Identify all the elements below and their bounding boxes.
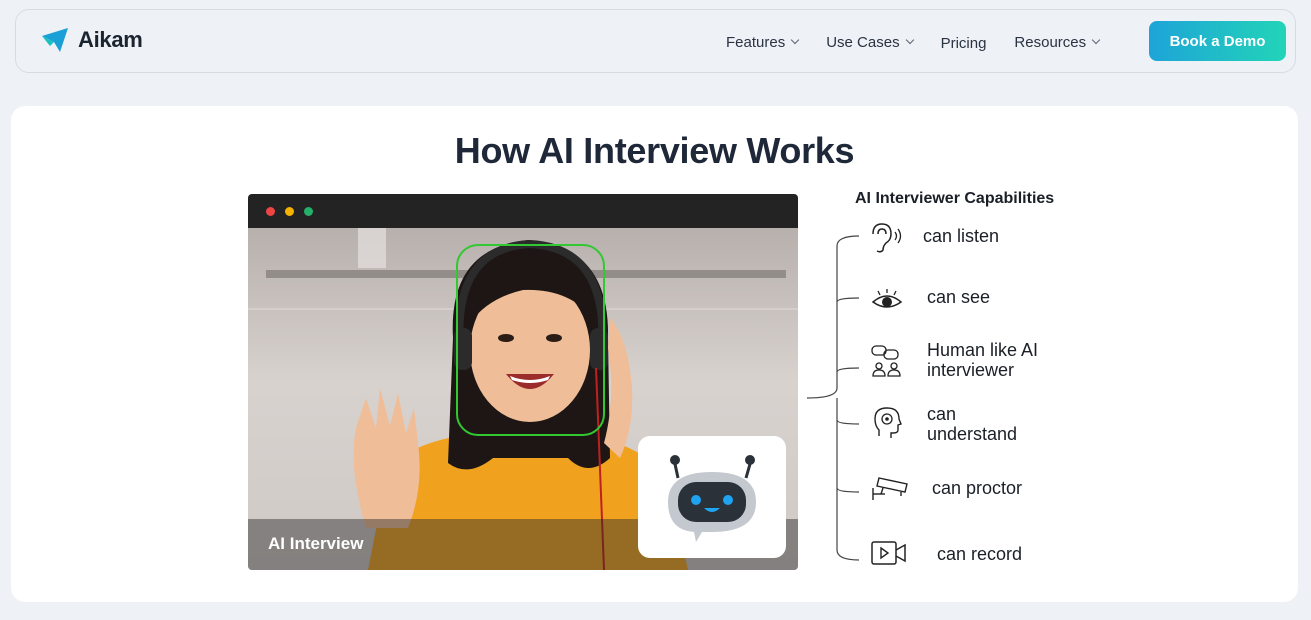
capability-record: can record: [937, 544, 1023, 564]
ear-icon: [872, 223, 902, 253]
capability-see: can see: [927, 287, 991, 307]
candidate-video-feed: AI Interview: [248, 228, 798, 570]
video-label: AI Interview: [268, 534, 364, 553]
chevron-down-icon: [1091, 35, 1101, 45]
eye-icon: [871, 289, 903, 308]
capability-proctor: can proctor: [932, 478, 1023, 498]
brain-gear-icon: [874, 407, 902, 438]
nav-item-use-cases[interactable]: Use Cases: [826, 33, 914, 51]
nav-item-label: Pricing: [940, 34, 987, 52]
ai-bot-card: [638, 436, 786, 558]
capability-understand: can understand: [927, 404, 1018, 444]
nav-item-label: Features: [726, 33, 786, 51]
nav-item-label: Resources: [1014, 33, 1087, 51]
book-demo-button[interactable]: Book a Demo: [1149, 21, 1286, 61]
capability-human-like: Human like AI interviewer: [927, 340, 1039, 380]
nav-item-label: Use Cases: [826, 33, 900, 51]
robot-icon: [668, 455, 756, 542]
top-navigation: Aikam Features Use Cases Pricing Resourc…: [15, 9, 1296, 73]
capability-listen: can listen: [923, 226, 1000, 246]
video-record-icon: [871, 541, 906, 565]
chevron-down-icon: [905, 35, 914, 45]
paper-plane-logo-icon: [42, 28, 68, 52]
face-detection-box: [456, 244, 605, 436]
maximize-dot-icon: [304, 207, 313, 216]
people-chat-icon: [871, 345, 901, 377]
minimize-dot-icon: [285, 207, 294, 216]
main-menu: Features Use Cases Pricing Resources: [726, 10, 1127, 74]
nav-item-resources[interactable]: Resources: [1014, 33, 1101, 51]
how-it-works-section: How AI Interview Works AI Interview AI I…: [11, 106, 1298, 602]
window-titlebar: [248, 194, 798, 228]
video-window: AI Interview: [248, 194, 798, 570]
chevron-down-icon: [790, 35, 800, 45]
nav-item-pricing[interactable]: Pricing: [941, 35, 987, 52]
nav-item-features[interactable]: Features: [726, 33, 800, 51]
cctv-camera-icon: [872, 477, 908, 500]
close-dot-icon: [266, 207, 275, 216]
capabilities-bracket: [807, 235, 860, 561]
brand-name: Aikam: [78, 27, 143, 52]
capabilities-title: AI Interviewer Capabilities: [855, 190, 1055, 207]
section-title: How AI Interview Works: [454, 130, 855, 171]
brand-logo[interactable]: Aikam: [40, 26, 143, 54]
